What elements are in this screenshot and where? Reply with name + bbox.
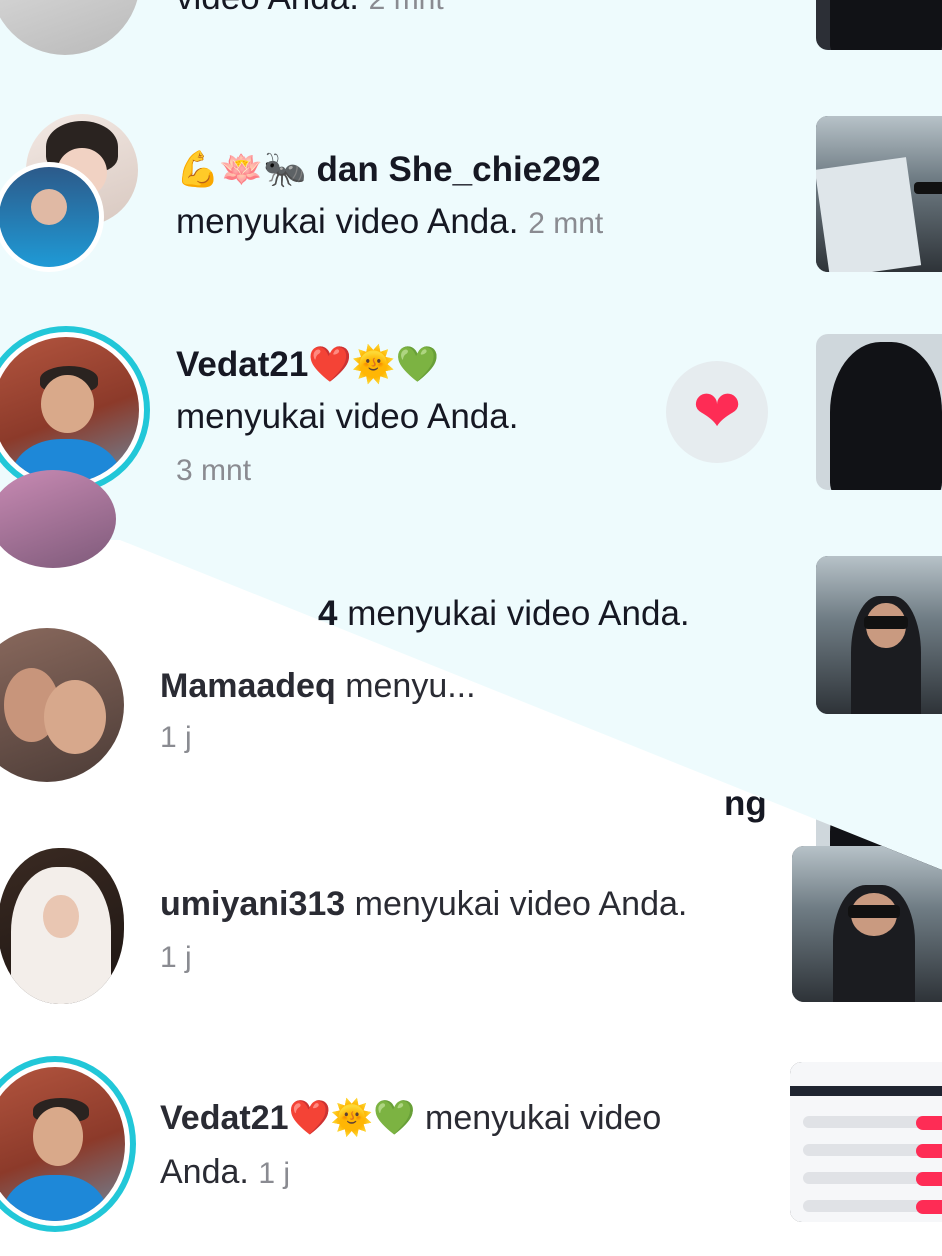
notification-text: menyukai video Anda. 2 mnt [176, 202, 604, 241]
avatar-story-ring[interactable] [0, 1056, 136, 1232]
user-emoji-icons: ❤️🌞💚 [288, 1098, 416, 1138]
notification-text: Anda. 1 j [160, 1153, 290, 1191]
thumbnail-figure [790, 1062, 942, 1222]
thumbnail-figure [830, 341, 942, 490]
timestamp: 2 mnt [528, 207, 604, 240]
username[interactable]: Vedat21 [160, 1099, 289, 1137]
video-thumbnail[interactable] [790, 1062, 942, 1222]
timestamp: 1 j [160, 941, 192, 974]
avatar[interactable] [0, 162, 104, 272]
notification-text: Vedat21❤️🌞💚 menyukai video [160, 1098, 662, 1138]
username[interactable]: Mamaadeq [160, 667, 336, 705]
notification-screen: video Anda. 2 mnt 💪🪷🐜 dan She_chie292 me… [0, 0, 942, 1256]
avatar[interactable] [0, 848, 124, 1004]
heart-icon: ❤ [692, 379, 742, 444]
username[interactable]: She_chie292 [388, 150, 600, 189]
timestamp: 3 mnt [176, 454, 252, 487]
timestamp: 1 j [258, 1157, 290, 1190]
thumbnail-figure [830, 0, 942, 50]
user-emoji-icons: 💪🪷🐜 [176, 150, 307, 190]
avatar[interactable] [0, 0, 140, 55]
timestamp: 1 j [160, 721, 192, 754]
notification-text: menyukai video Anda. [176, 397, 519, 436]
timestamp: 2 mnt [369, 0, 444, 16]
username[interactable]: umiyani313 [160, 885, 345, 923]
avatar[interactable] [0, 628, 124, 782]
thumbnail-figure [816, 156, 922, 272]
video-thumbnail[interactable] [816, 556, 942, 714]
notification-text: video Anda. 2 mnt [176, 0, 444, 20]
username[interactable]: Vedat21 [176, 345, 308, 384]
video-thumbnail[interactable] [816, 116, 942, 272]
video-thumbnail[interactable] [792, 846, 942, 1002]
user-emoji-icons: ❤️🌞💚 [308, 345, 440, 385]
notification-text: umiyani313 menyukai video Anda. [160, 885, 688, 923]
avatar-story-ring[interactable] [0, 326, 150, 494]
notification-user: Vedat21❤️🌞💚 [176, 345, 439, 385]
notification-users: 💪🪷🐜 dan She_chie292 [176, 150, 601, 190]
video-thumbnail[interactable] [816, 334, 942, 490]
like-button[interactable]: ❤ [666, 361, 768, 463]
notification-text: 4 menyukai video Anda. [318, 594, 690, 633]
video-thumbnail[interactable] [816, 0, 942, 50]
notification-text: Mamaadeq menyu... [160, 667, 476, 705]
